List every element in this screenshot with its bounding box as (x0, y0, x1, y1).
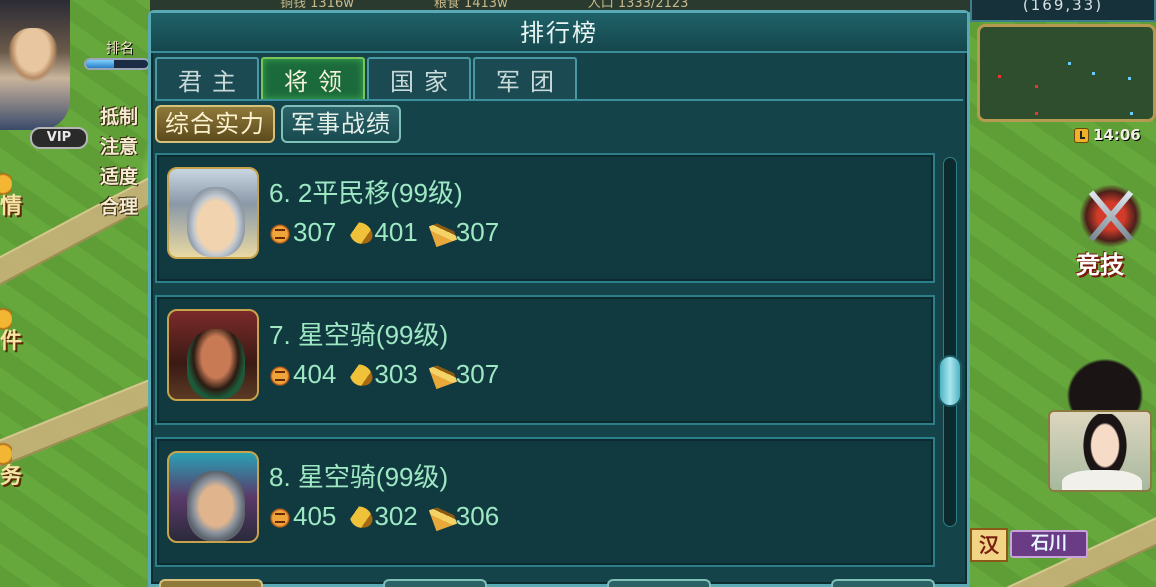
bottom-button[interactable] (383, 579, 487, 587)
rank-label: 排名 (106, 41, 134, 57)
horn-icon (348, 503, 375, 530)
general-portrait (167, 167, 259, 259)
stat-value: 401 (374, 217, 418, 247)
stat-command: 401 (348, 217, 418, 248)
scroll-book-icon (428, 218, 457, 247)
left-menu-mail-button[interactable]: 件 (0, 305, 30, 355)
crossed-swords-icon (1078, 185, 1144, 247)
left-menu-intel-button[interactable]: 情 (0, 170, 30, 220)
npc-hair (1060, 352, 1150, 414)
bottom-button[interactable] (831, 579, 935, 587)
bottom-button-bar (155, 579, 963, 587)
notice-line: 注意 (100, 136, 139, 158)
left-menu-task-button[interactable]: 务 (0, 440, 30, 490)
experience-fill (86, 60, 114, 68)
scrollbar-thumb[interactable] (938, 355, 962, 408)
player-avatar[interactable] (0, 0, 70, 130)
experience-bar (84, 58, 150, 70)
horn-icon (348, 219, 375, 246)
tab-general[interactable]: 将领 (261, 57, 365, 99)
bottom-button[interactable] (607, 579, 711, 587)
stat-value: 404 (293, 359, 337, 389)
minimap-marker (1068, 62, 1071, 65)
fist-icon (269, 363, 291, 386)
scroll-book-icon (428, 360, 457, 389)
stat-value: 405 (293, 501, 337, 531)
arena-label: 竞技 (1076, 251, 1124, 279)
stat-attack: 404 (269, 359, 336, 390)
stat-command: 303 (348, 359, 418, 390)
faction-tag: 汉 (970, 528, 1008, 562)
stat-command: 302 (348, 501, 418, 532)
stat-attack: 405 (269, 501, 336, 532)
vip-badge[interactable]: VIP (30, 127, 88, 149)
ranking-panel: 排行榜 君主 将领 国家 军团 综合实力 军事战绩 6. 2平民移(99级) 3… (148, 10, 970, 587)
subtab-overall-strength[interactable]: 综合实力 (155, 105, 275, 143)
minimap[interactable] (977, 24, 1156, 122)
ranking-row[interactable]: 8. 星空骑(99级) 405 302 306 (155, 437, 935, 567)
minimap-marker (1035, 112, 1038, 115)
stat-value: 302 (374, 501, 418, 531)
stat-value: 307 (455, 217, 500, 247)
horn-icon (348, 361, 375, 388)
notice-line: 适度 (100, 166, 139, 188)
general-name: 7. 星空骑(99级) (269, 320, 449, 350)
game-clock: 14:06 (1074, 126, 1141, 144)
notice-line: 合理 (100, 196, 139, 218)
tab-lord[interactable]: 君主 (155, 57, 259, 99)
panel-title: 排行榜 (151, 13, 967, 53)
minimap-marker (998, 75, 1001, 78)
general-name: 6. 2平民移(99级) (269, 178, 463, 208)
minimap-marker (1092, 72, 1095, 75)
map-coordinates: (169,33) (970, 0, 1156, 22)
minimap-marker (1035, 85, 1038, 88)
scroll-book-icon (428, 502, 457, 531)
ranking-tabs: 君主 将领 国家 军团 (155, 57, 963, 101)
general-stats: 404 303 307 (269, 359, 499, 390)
minimap-marker (1130, 112, 1133, 115)
stat-strategy: 306 (428, 501, 500, 532)
clock-icon (1074, 127, 1089, 143)
stat-strategy: 307 (428, 359, 500, 390)
ranking-list: 6. 2平民移(99级) 307 401 307 7. 星空骑(99级) 404… (155, 153, 937, 573)
ranking-row[interactable]: 7. 星空骑(99级) 404 303 307 (155, 295, 935, 425)
general-portrait (167, 451, 259, 543)
tab-nation[interactable]: 国家 (367, 57, 471, 99)
list-scrollbar[interactable] (938, 157, 962, 527)
stat-value: 303 (374, 359, 418, 389)
general-stats: 405 302 306 (269, 501, 499, 532)
city-name-tag[interactable]: 石川 (1010, 530, 1088, 558)
anti-addiction-notice: 抵制 注意 适度 合理 (100, 102, 152, 222)
ranking-row[interactable]: 6. 2平民移(99级) 307 401 307 (155, 153, 935, 283)
stat-value: 307 (293, 217, 337, 247)
minimap-marker (1128, 77, 1131, 80)
stat-attack: 307 (269, 217, 336, 248)
general-name: 8. 星空骑(99级) (269, 462, 449, 492)
tab-legion[interactable]: 军团 (473, 57, 577, 99)
subtab-military-record[interactable]: 军事战绩 (281, 105, 401, 143)
stat-value: 307 (455, 359, 500, 389)
clock-time: 14:06 (1093, 126, 1141, 144)
stat-strategy: 307 (428, 217, 500, 248)
npc-advisor-portrait[interactable] (1048, 410, 1152, 492)
portrait-face (187, 187, 245, 257)
task-icon (0, 440, 12, 468)
portrait-face (187, 471, 245, 541)
fist-icon (269, 221, 291, 244)
letter-icon (0, 305, 12, 333)
stat-value: 306 (455, 501, 500, 531)
general-stats: 307 401 307 (269, 217, 499, 248)
scroll-icon (0, 170, 12, 198)
notice-line: 抵制 (100, 106, 139, 128)
ranking-subtabs: 综合实力 军事战绩 (155, 105, 401, 149)
portrait-face (187, 329, 245, 399)
general-portrait (167, 309, 259, 401)
arena-button[interactable]: 竞技 (1068, 185, 1156, 285)
fist-icon (269, 505, 291, 528)
bottom-button[interactable] (159, 579, 263, 587)
